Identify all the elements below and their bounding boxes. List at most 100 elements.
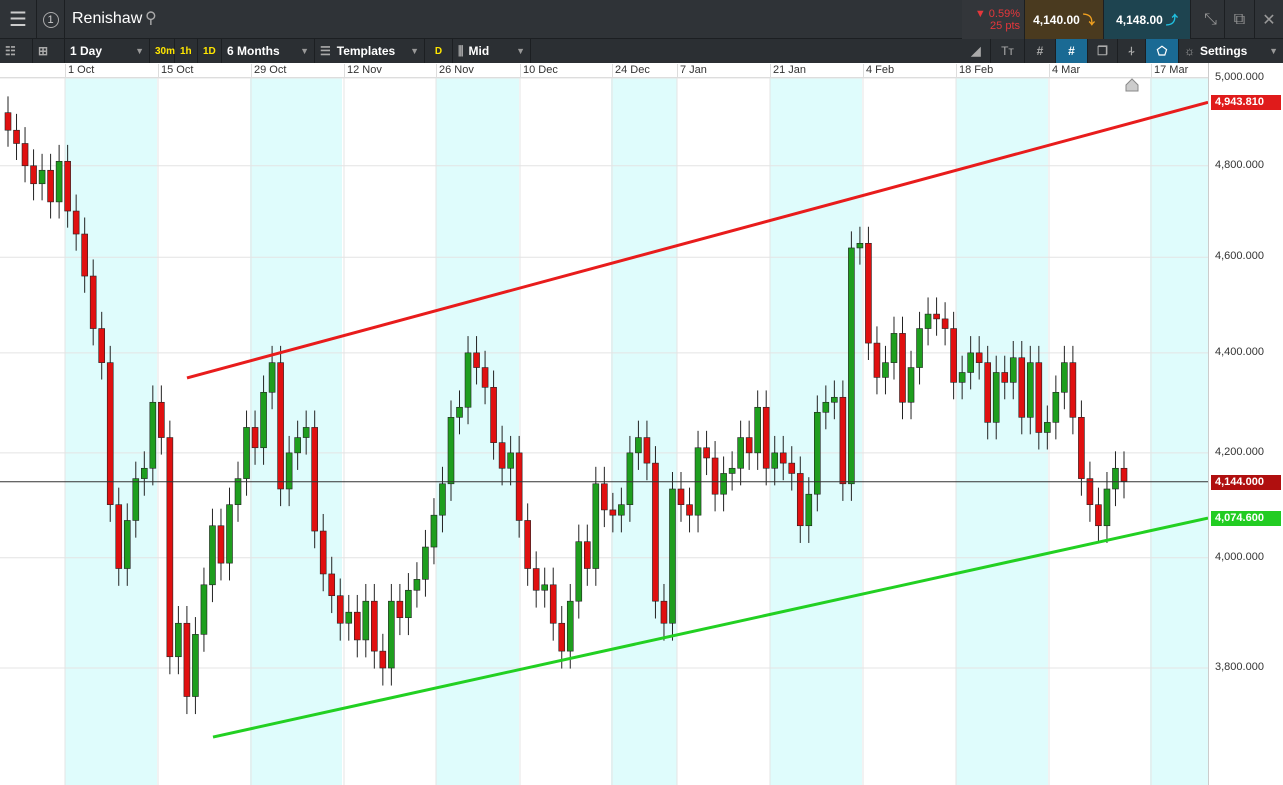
candle-down (984, 362, 991, 423)
candle-down (660, 600, 668, 624)
candle-down (21, 143, 29, 167)
candle-up (924, 313, 932, 329)
layout-icon: ⊞ (38, 44, 49, 58)
candle-down (975, 352, 983, 363)
collapse-icon: ⤡ (1204, 10, 1217, 28)
list-button[interactable]: ☷ (0, 39, 33, 63)
chevron-down-icon: ▼ (516, 46, 525, 56)
candle-up (209, 525, 216, 586)
candle-down (473, 352, 480, 368)
range-select[interactable]: 6 Months ▼ (222, 39, 315, 63)
candle-up (805, 493, 813, 527)
buy-button[interactable]: 4,148.00 ⤴ (1104, 0, 1191, 39)
candle-down (1069, 362, 1077, 418)
settings-button[interactable]: ☼ Settings ▼ (1179, 39, 1283, 63)
candle-down (379, 650, 387, 669)
grid-icon: # (1036, 44, 1044, 58)
home-marker-icon (1125, 78, 1139, 92)
candle-up (1061, 362, 1068, 393)
interval-select[interactable]: 1 Day ▼ (65, 39, 150, 63)
candle-up (447, 417, 455, 485)
candle-up (362, 600, 370, 641)
price-tick-label: 4,000.000 (1215, 550, 1264, 563)
candle-down (1001, 372, 1009, 383)
price-tick-label: 4,200.000 (1215, 445, 1264, 458)
price-tick-label: 4,600.000 (1215, 250, 1264, 263)
candle-up (822, 401, 830, 413)
candle-up (345, 611, 353, 624)
candle-up (302, 427, 310, 438)
candle-up (992, 372, 1000, 423)
interval-1d[interactable]: 1D (198, 39, 222, 63)
candle-up (285, 452, 293, 490)
candle-up (1103, 488, 1111, 527)
candle-down (1120, 467, 1128, 482)
candle-down (865, 242, 872, 344)
price-type-select[interactable]: ⫼ Mid ▼ (453, 39, 531, 63)
candle-down (1018, 357, 1026, 418)
candle-up (38, 169, 46, 185)
price-chart[interactable] (0, 63, 1208, 785)
candle-down (336, 595, 344, 624)
sliders-icon: ☰ (320, 44, 331, 58)
price-change: ▼ 0.59% 25 pts (962, 0, 1025, 39)
candle-down (490, 387, 497, 443)
templates-select[interactable]: ☰ Templates ▼ (315, 39, 425, 63)
popout-icon: ⧉ (1233, 10, 1246, 28)
candle-up (916, 328, 923, 368)
price-tick-label: 4,400.000 (1215, 345, 1264, 358)
text-tool-button[interactable]: Tт (991, 39, 1025, 63)
linked-panel-badge[interactable]: 1 (37, 0, 65, 39)
candle-up (1044, 422, 1051, 433)
instrument-name[interactable]: Renishaw (72, 10, 142, 28)
candle-up (848, 247, 855, 485)
layout-button[interactable]: ⊞ (33, 39, 65, 63)
candle-down (98, 328, 106, 363)
price-axis[interactable]: 5,000.000 4,800.000 4,600.000 4,400.000 4,20… (1208, 63, 1283, 785)
candle-down (652, 462, 659, 602)
candle-up (413, 579, 421, 591)
d-button[interactable]: D (425, 39, 453, 63)
candle-down (839, 396, 847, 485)
candle-down (371, 600, 378, 652)
sell-button[interactable]: 4,140.00 ⤵ (1025, 0, 1104, 39)
search-icon[interactable]: ⚲ (145, 8, 157, 28)
close-button[interactable]: ✕ (1255, 0, 1283, 39)
candle-down (643, 437, 651, 464)
grid-button[interactable]: # (1025, 39, 1056, 63)
candle-down (532, 568, 540, 591)
candle-up (890, 333, 898, 363)
candle-down (166, 437, 174, 658)
interval-30m[interactable]: 30m (150, 39, 175, 63)
candle-up (422, 546, 429, 580)
price-tick-label: 5,000.000 (1215, 71, 1264, 83)
drawing-tool-button[interactable]: ◢ (962, 39, 991, 63)
candle-down (899, 333, 906, 403)
candle-down (106, 362, 114, 505)
candle-up (55, 160, 63, 203)
gear-icon: ☼ (1184, 44, 1195, 58)
menu-button[interactable]: ☰ (0, 0, 37, 39)
candle-down (950, 328, 957, 383)
crosshair-grid-button[interactable]: # (1056, 39, 1088, 63)
candle-down (89, 275, 97, 329)
candle-down (762, 406, 770, 469)
candle-up (192, 634, 199, 697)
current-price-tag: 4,144.000 (1211, 474, 1281, 490)
overlay-button[interactable]: ❐ (1088, 39, 1118, 63)
price-tag-button[interactable]: ⬠ (1146, 39, 1179, 63)
candle-up (669, 488, 676, 624)
week-shade (611, 63, 677, 785)
week-shade (956, 63, 1048, 785)
interval-1h[interactable]: 1h (175, 39, 198, 63)
collapse-button[interactable]: ⤡ (1197, 0, 1225, 39)
candle-up (728, 467, 736, 474)
candle-down (328, 573, 336, 597)
indicator-button[interactable]: ⍭ (1118, 39, 1146, 63)
candle-down (115, 504, 123, 569)
date-axis: 1 Oct 15 Oct 29 Oct 12 Nov 26 Nov 10 Dec 24 De… (0, 63, 1208, 78)
text-icon: Tт (1001, 44, 1014, 58)
popout-button[interactable]: ⧉ (1225, 0, 1255, 39)
candle-up (856, 242, 864, 249)
candle-up (123, 520, 131, 569)
